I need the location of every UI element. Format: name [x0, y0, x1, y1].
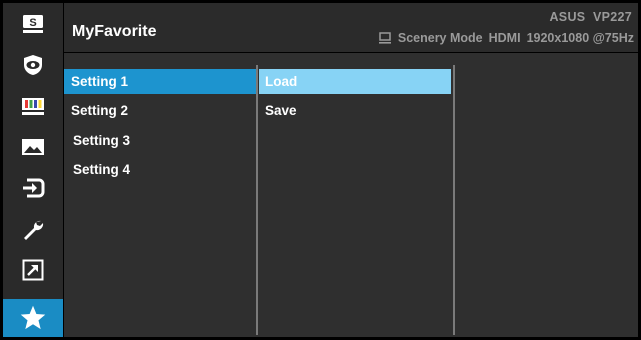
submenu-item-save[interactable]: Save — [259, 98, 451, 123]
input-select-icon — [23, 178, 45, 197]
resolution: 1920x1080 @75Hz — [526, 31, 634, 45]
sidebar: S — [3, 3, 63, 337]
menu-content: Setting 1 Setting 2 Setting 3 Setting 4 … — [64, 53, 638, 337]
image-icon — [22, 138, 44, 155]
menu-divider-1 — [256, 65, 258, 335]
header: MyFavorite ASUS VP227 Scenery Mode HDMI … — [64, 3, 638, 52]
menu-item-setting-3[interactable]: Setting 3 — [66, 128, 256, 153]
splendid-icon: S — [23, 14, 43, 33]
osd-menu: S MyFavorite ASUS VP227 Scenery Mode HDM… — [0, 0, 641, 340]
sidebar-item-my-favorite[interactable] — [3, 299, 63, 337]
wrench-icon — [24, 220, 44, 240]
sidebar-item-color[interactable] — [3, 85, 63, 126]
shortcut-icon — [22, 259, 44, 280]
status-bar: Scenery Mode HDMI 1920x1080 @75Hz — [378, 31, 634, 45]
monitor-icon — [378, 32, 391, 44]
menu-divider-2 — [453, 65, 455, 335]
sidebar-item-image[interactable] — [3, 126, 63, 167]
sidebar-item-input-select[interactable] — [3, 167, 63, 208]
sidebar-item-system-setup[interactable] — [3, 208, 63, 249]
sidebar-item-eye-care[interactable] — [3, 44, 63, 85]
eye-care-icon — [24, 54, 42, 75]
input-source: HDMI — [488, 31, 521, 45]
menu-item-setting-2[interactable]: Setting 2 — [64, 98, 256, 123]
current-mode: Scenery Mode — [397, 31, 483, 45]
star-icon — [20, 305, 46, 330]
model-name: ASUS VP227 — [549, 10, 632, 24]
submenu-item-load[interactable]: Load — [259, 69, 451, 94]
sidebar-item-shortcut[interactable] — [3, 249, 63, 290]
menu-item-setting-4[interactable]: Setting 4 — [66, 157, 256, 182]
sidebar-item-splendid[interactable]: S — [3, 3, 63, 44]
menu-item-setting-1[interactable]: Setting 1 — [64, 69, 256, 94]
svg-text:S: S — [29, 17, 36, 29]
page-title: MyFavorite — [72, 23, 157, 40]
color-icon — [22, 97, 44, 115]
